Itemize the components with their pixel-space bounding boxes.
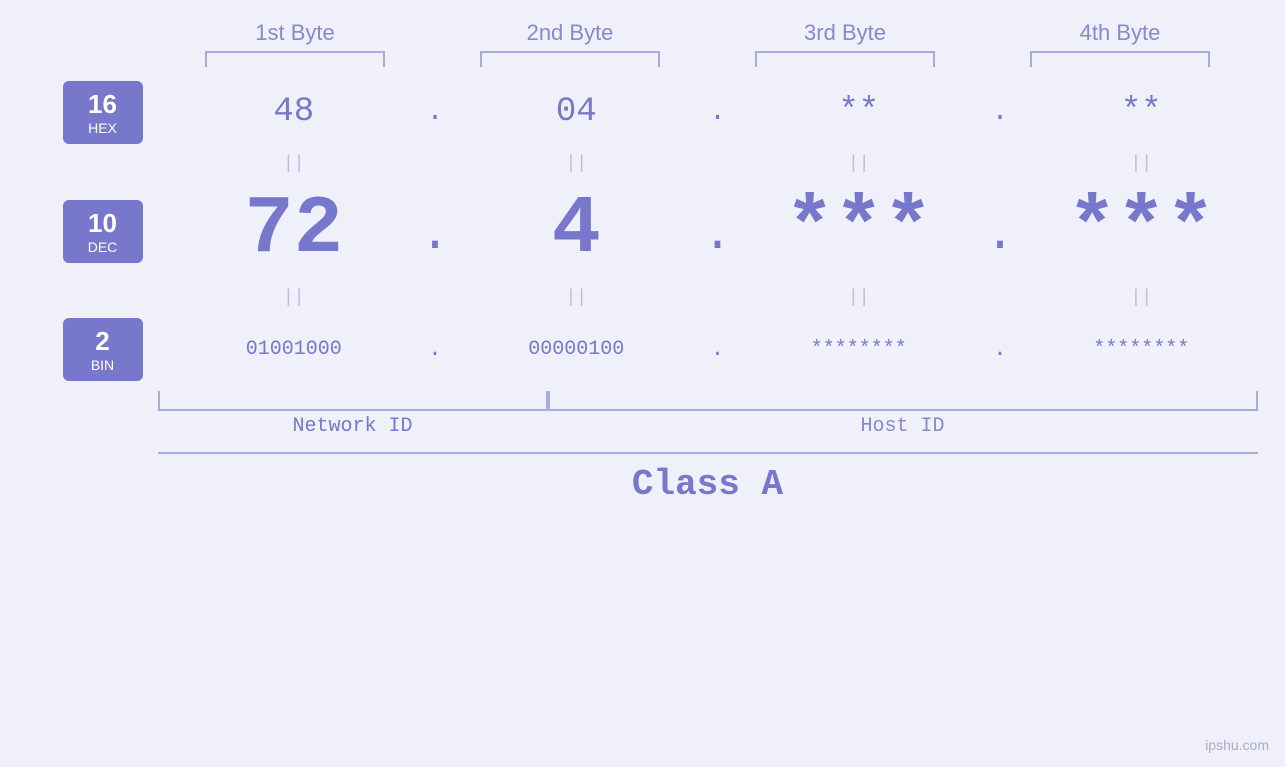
hex-base: HEX: [67, 120, 139, 136]
hex-data-row: 48 . 04 . ** . **: [168, 77, 1268, 147]
sep1-hex: .: [420, 97, 450, 128]
sep1-bin: .: [420, 337, 450, 362]
bin-b1: 01001000: [168, 338, 421, 361]
sep3-bin: .: [985, 337, 1015, 362]
byte4-header: 4th Byte: [1010, 20, 1230, 46]
byte2-header: 2nd Byte: [460, 20, 680, 46]
byte3-header: 3rd Byte: [735, 20, 955, 46]
sep1-dec: .: [420, 211, 450, 261]
class-label: Class A: [632, 464, 783, 505]
sep2-hex: .: [703, 97, 733, 128]
top-brackets: [158, 51, 1258, 67]
pipe1-c3: ||: [733, 154, 986, 174]
network-id-label: Network ID: [158, 415, 548, 438]
sep2-bin: .: [703, 337, 733, 362]
pipe-row-2: || || || ||: [168, 281, 1268, 315]
pipe1-c2: ||: [450, 154, 703, 174]
bracket-b1: [205, 51, 385, 67]
byte1-header: 1st Byte: [185, 20, 405, 46]
hex-b1: 48: [168, 93, 421, 131]
hex-b3: **: [733, 93, 986, 131]
bin-b3: ********: [733, 338, 986, 361]
bracket-b2: [480, 51, 660, 67]
hex-b4: **: [1015, 93, 1268, 131]
bin-data-row: 01001000 . 00000100 . ******** . *******…: [168, 315, 1268, 383]
hex-label-section: 16 HEX: [63, 77, 143, 147]
hex-num: 16: [67, 89, 139, 120]
bin-b2: 00000100: [450, 338, 703, 361]
sep3-hex: .: [985, 97, 1015, 128]
pipe1-c4: ||: [1015, 154, 1268, 174]
bin-base: BIN: [67, 357, 139, 373]
bottom-brackets: [158, 391, 1258, 411]
dec-label-box: 10 DEC: [63, 200, 143, 263]
main-container: 1st Byte 2nd Byte 3rd Byte 4th Byte 16 H…: [0, 0, 1285, 767]
host-id-label: Host ID: [548, 415, 1258, 438]
pipe2-c4: ||: [1015, 288, 1268, 308]
dec-num: 10: [67, 208, 139, 239]
byte-headers: 1st Byte 2nd Byte 3rd Byte 4th Byte: [158, 20, 1258, 46]
rows-column: 48 . 04 . ** . ** ||: [168, 77, 1268, 383]
dec-b1: 72: [168, 189, 421, 271]
bracket-b4: [1030, 51, 1210, 67]
pipe-row-1: || || || ||: [168, 147, 1268, 181]
rows-wrapper: 16 HEX 10 DEC 2 BIN: [38, 77, 1268, 383]
class-row: Class A: [158, 452, 1258, 505]
bin-label-box: 2 BIN: [63, 318, 143, 381]
dec-b2: 4: [450, 189, 703, 271]
dec-label-section: 10 DEC: [63, 181, 143, 281]
bin-num: 2: [67, 326, 139, 357]
dec-data-row: 72 . 4 . *** . ***: [168, 181, 1268, 281]
bracket-b3: [755, 51, 935, 67]
pipe2-c1: ||: [168, 288, 421, 308]
bracket-network: [158, 391, 548, 411]
id-labels-row: Network ID Host ID: [158, 415, 1258, 438]
bin-label-section: 2 BIN: [63, 315, 143, 383]
dec-base: DEC: [67, 239, 139, 255]
sep2-dec: .: [703, 211, 733, 261]
dec-b4: ***: [1015, 189, 1268, 271]
hex-b2: 04: [450, 93, 703, 131]
bracket-host: [548, 391, 1258, 411]
pipe2-c2: ||: [450, 288, 703, 308]
watermark: ipshu.com: [1205, 737, 1269, 753]
bin-b4: ********: [1015, 338, 1268, 361]
pipe2-c3: ||: [733, 288, 986, 308]
labels-column: 16 HEX 10 DEC 2 BIN: [38, 77, 168, 383]
sep3-dec: .: [985, 211, 1015, 261]
dec-b3: ***: [733, 189, 986, 271]
hex-label-box: 16 HEX: [63, 81, 143, 144]
pipe1-c1: ||: [168, 154, 421, 174]
